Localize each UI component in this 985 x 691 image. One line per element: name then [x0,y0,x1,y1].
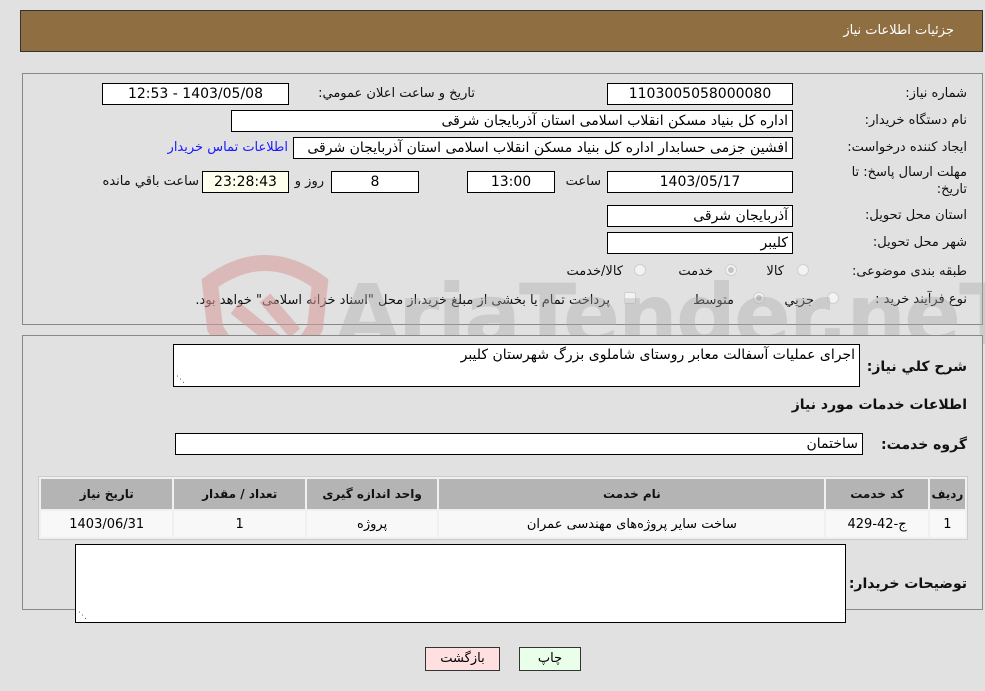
deadline-time-field: 13:00 [467,171,555,193]
col-unit: واحد اندازه گیری [306,479,438,509]
city-label: شهر محل تحویل: [872,235,967,250]
remaining-label: ساعت باقي مانده [102,174,199,189]
deadline-date-field: 1403/05/17 [607,171,793,193]
buyer-notes-textarea[interactable]: ⋰ [75,544,846,623]
treasury-checkbox[interactable] [624,292,636,304]
table-row: 1 ج-42-429 ساخت سایر پروژه‌های مهندسی عم… [41,511,965,537]
deadline-label-date: تاریخ: [936,182,967,197]
col-service-name: نام خدمت [439,479,825,509]
description-text: اجرای عملیات آسفالت معابر روستای شاملوی … [460,347,855,363]
category-goods-label: کالا [766,264,784,279]
description-textarea[interactable]: اجرای عملیات آسفالت معابر روستای شاملوی … [173,344,860,387]
purchase-radio-medium[interactable] [753,292,765,304]
time-label: ساعت [565,174,601,189]
category-radio-service[interactable] [725,264,737,276]
service-group-field: ساختمان [175,433,863,455]
buyer-notes-label: توضیحات خریدار: [848,576,967,592]
cell-quantity: 1 [174,511,305,537]
category-service-label: خدمت [678,264,713,279]
purchase-minor-label: جزيي [784,293,814,308]
buyer-org-field: اداره کل بنیاد مسکن انقلاب اسلامی استان … [231,110,793,132]
creator-label: ایجاد کننده درخواست: [847,140,967,155]
services-heading: اطلاعات خدمات مورد نیاز [791,397,967,413]
col-need-date: تاریخ نیاز [41,479,173,509]
table-header-row: ردیف کد خدمت نام خدمت واحد اندازه گیری ت… [41,479,965,509]
announce-field: 1403/05/08 - 12:53 [102,83,289,105]
cell-row: 1 [929,511,965,537]
col-quantity: تعداد / مقدار [174,479,305,509]
days-field: 8 [331,171,419,193]
col-service-code: کد خدمت [826,479,928,509]
cell-service-code: ج-42-429 [826,511,928,537]
page-header: جزئیات اطلاعات نیاز [20,10,983,52]
page-title: جزئیات اطلاعات نیاز [843,23,954,38]
province-field: آذربایجان شرقی [607,205,793,227]
announce-label: تاریخ و ساعت اعلان عمومي: [318,86,475,101]
province-label: استان محل تحویل: [865,208,967,223]
print-button[interactable]: چاپ [519,647,581,671]
services-table: ردیف کد خدمت نام خدمت واحد اندازه گیری ت… [38,476,968,540]
purchase-radio-minor[interactable] [827,292,839,304]
category-goods-service-label: کالا/خدمت [566,264,623,279]
cell-need-date: 1403/06/31 [41,511,173,537]
back-button[interactable]: بازگشت [425,647,500,671]
resize-grip-icon[interactable]: ⋰ [176,375,185,385]
cell-unit: پروژه [306,511,438,537]
treasury-note: پرداخت تمام یا بخشی از مبلغ خرید،از محل … [195,293,610,308]
service-group-label: گروه خدمت: [881,437,967,453]
days-label: روز و [294,174,324,189]
purchase-type-label: نوع فرآیند خرید : [875,292,967,307]
need-number-label: شماره نیاز: [905,86,967,101]
purchase-medium-label: متوسط [693,293,734,308]
col-row: ردیف [929,479,965,509]
creator-field: افشین جزمی حسابدار اداره کل بنیاد مسکن ا… [293,137,793,159]
buyer-org-label: نام دستگاه خریدار: [864,113,967,128]
description-label: شرح کلي نیاز: [866,359,967,375]
category-radio-goods-service[interactable] [634,264,646,276]
remaining-time-field: 23:28:43 [202,171,289,193]
category-radio-goods[interactable] [797,264,809,276]
buyer-contact-link[interactable]: اطلاعات تماس خریدار [168,140,288,155]
city-field: کلیبر [607,232,793,254]
category-label: طبقه بندی موضوعی: [851,264,967,279]
cell-service-name: ساخت سایر پروژه‌های مهندسی عمران [439,511,825,537]
need-number-field: 1103005058000080 [607,83,793,105]
resize-grip-icon[interactable]: ⋰ [78,611,87,621]
deadline-label: مهلت ارسال پاسخ: تا [851,165,967,180]
